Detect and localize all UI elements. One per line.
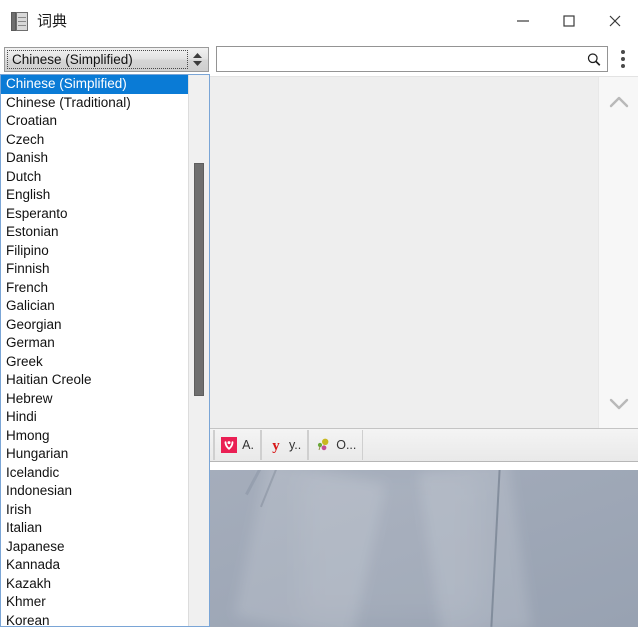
title-bar-left: 词典: [0, 11, 68, 31]
language-combobox[interactable]: Chinese (Simplified): [4, 46, 209, 72]
minimize-button[interactable]: [500, 0, 546, 42]
language-option[interactable]: Danish: [1, 149, 189, 168]
dropdown-scrollbar-thumb[interactable]: [194, 163, 204, 396]
language-option[interactable]: Esperanto: [1, 205, 189, 224]
language-option[interactable]: Indonesian: [1, 482, 189, 501]
language-option[interactable]: Korean: [1, 612, 189, 627]
bookmark-item[interactable]: O...: [308, 430, 364, 460]
search-input[interactable]: [217, 48, 581, 70]
pink-box-favicon: [221, 437, 238, 453]
language-option[interactable]: Khmer: [1, 593, 189, 612]
language-option[interactable]: Hmong: [1, 427, 189, 446]
content-scrollbar[interactable]: [598, 77, 638, 429]
language-option[interactable]: French: [1, 279, 189, 298]
chevron-down-icon[interactable]: [602, 391, 636, 417]
language-option[interactable]: Czech: [1, 131, 189, 150]
window-title: 词典: [37, 12, 68, 30]
language-option[interactable]: Chinese (Simplified): [1, 75, 189, 94]
bookmark-label: O...: [336, 438, 357, 452]
language-option[interactable]: Greek: [1, 353, 189, 372]
yandex-y-favicon: y: [268, 437, 284, 454]
language-dropdown-popup[interactable]: Chinese (Simplified) Chinese (Traditional…: [0, 74, 210, 627]
search-icon[interactable]: [581, 47, 607, 71]
language-option[interactable]: Estonian: [1, 223, 189, 242]
dropdown-scrollbar[interactable]: [188, 75, 209, 626]
book-icon: [11, 11, 28, 31]
language-option[interactable]: German: [1, 334, 189, 353]
bookmark-item[interactable]: y y..: [260, 430, 309, 460]
language-option[interactable]: English: [1, 186, 189, 205]
bookmark-label: y..: [288, 438, 302, 452]
language-option[interactable]: Chinese (Traditional): [1, 94, 189, 113]
language-option[interactable]: Galician: [1, 297, 189, 316]
language-option[interactable]: Irish: [1, 501, 189, 520]
up-down-spinner-icon[interactable]: [190, 48, 204, 71]
language-option[interactable]: Hindi: [1, 408, 189, 427]
toolbar: Chinese (Simplified): [0, 42, 638, 76]
kebab-menu-icon[interactable]: [612, 45, 634, 73]
language-option[interactable]: Japanese: [1, 538, 189, 557]
title-bar: 词典: [0, 0, 638, 42]
language-combobox-value: Chinese (Simplified): [12, 51, 133, 67]
language-option[interactable]: Icelandic: [1, 464, 189, 483]
bookmark-item[interactable]: A.: [214, 430, 261, 460]
language-option[interactable]: Kannada: [1, 556, 189, 575]
maximize-button[interactable]: [546, 0, 592, 42]
svg-text:y: y: [272, 438, 280, 453]
balloons-favicon: [315, 437, 331, 453]
close-button[interactable]: [592, 0, 638, 42]
language-option[interactable]: Croatian: [1, 112, 189, 131]
bookmark-label: A.: [242, 438, 254, 452]
window-controls: [500, 0, 638, 42]
chevron-up-icon[interactable]: [602, 89, 636, 115]
language-option[interactable]: Filipino: [1, 242, 189, 261]
language-option[interactable]: Italian: [1, 519, 189, 538]
language-option[interactable]: Kazakh: [1, 575, 189, 594]
language-option[interactable]: Haitian Creole: [1, 371, 189, 390]
language-option[interactable]: Dutch: [1, 168, 189, 187]
language-option[interactable]: Hungarian: [1, 445, 189, 464]
language-dropdown-list[interactable]: Chinese (Simplified) Chinese (Traditional…: [1, 75, 189, 626]
search-box[interactable]: [216, 46, 608, 72]
language-option[interactable]: Finnish: [1, 260, 189, 279]
screen: 词典 Chinese (Simplified) A. y y.. O... Ch…: [0, 0, 638, 627]
language-option[interactable]: Georgian: [1, 316, 189, 335]
language-option[interactable]: Hebrew: [1, 390, 189, 409]
